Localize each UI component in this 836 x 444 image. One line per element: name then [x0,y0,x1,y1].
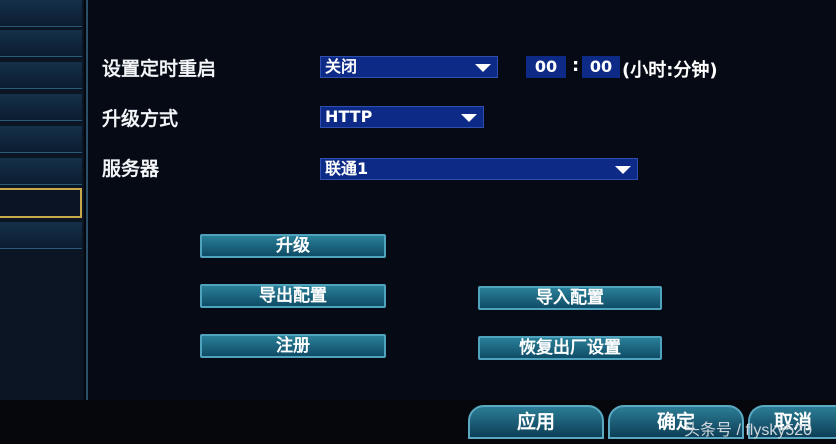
scheduled-restart-value: 关闭 [325,57,358,76]
restart-minute-field[interactable]: 00 [582,56,620,78]
scheduled-restart-select[interactable]: 关闭 [320,56,498,78]
scheduled-restart-label: 设置定时重启 [102,58,217,80]
side-menu-item[interactable] [0,30,82,57]
upgrade-method-label: 升级方式 [102,108,179,130]
upgrade-method-value: HTTP [325,107,373,126]
apply-button[interactable]: 应用 [468,405,604,439]
export-config-button[interactable]: 导出配置 [200,284,386,308]
chevron-down-icon [475,64,491,72]
side-menu-item[interactable] [0,0,82,27]
side-menu-item[interactable] [0,62,82,89]
side-menu-item[interactable] [0,158,82,185]
side-menu [0,0,84,400]
restart-hour-field[interactable]: 00 [526,56,566,78]
factory-reset-button[interactable]: 恢复出厂设置 [478,336,662,360]
chevron-down-icon [461,114,477,122]
time-unit-label: (小时:分钟) [622,60,718,81]
time-colon: : [572,55,580,76]
watermark-text: 头条号 / flysky520 [684,422,813,439]
chevron-down-icon [615,166,631,174]
side-menu-item[interactable] [0,126,82,153]
server-value: 联通1 [325,159,369,178]
side-menu-item[interactable] [0,222,82,249]
register-button[interactable]: 注册 [200,334,386,358]
side-menu-item-selected[interactable] [0,188,82,218]
server-select[interactable]: 联通1 [320,158,638,180]
side-menu-item[interactable] [0,94,82,121]
upgrade-method-select[interactable]: HTTP [320,106,484,128]
server-label: 服务器 [102,158,160,180]
import-config-button[interactable]: 导入配置 [478,286,662,310]
upgrade-button[interactable]: 升级 [200,234,386,258]
